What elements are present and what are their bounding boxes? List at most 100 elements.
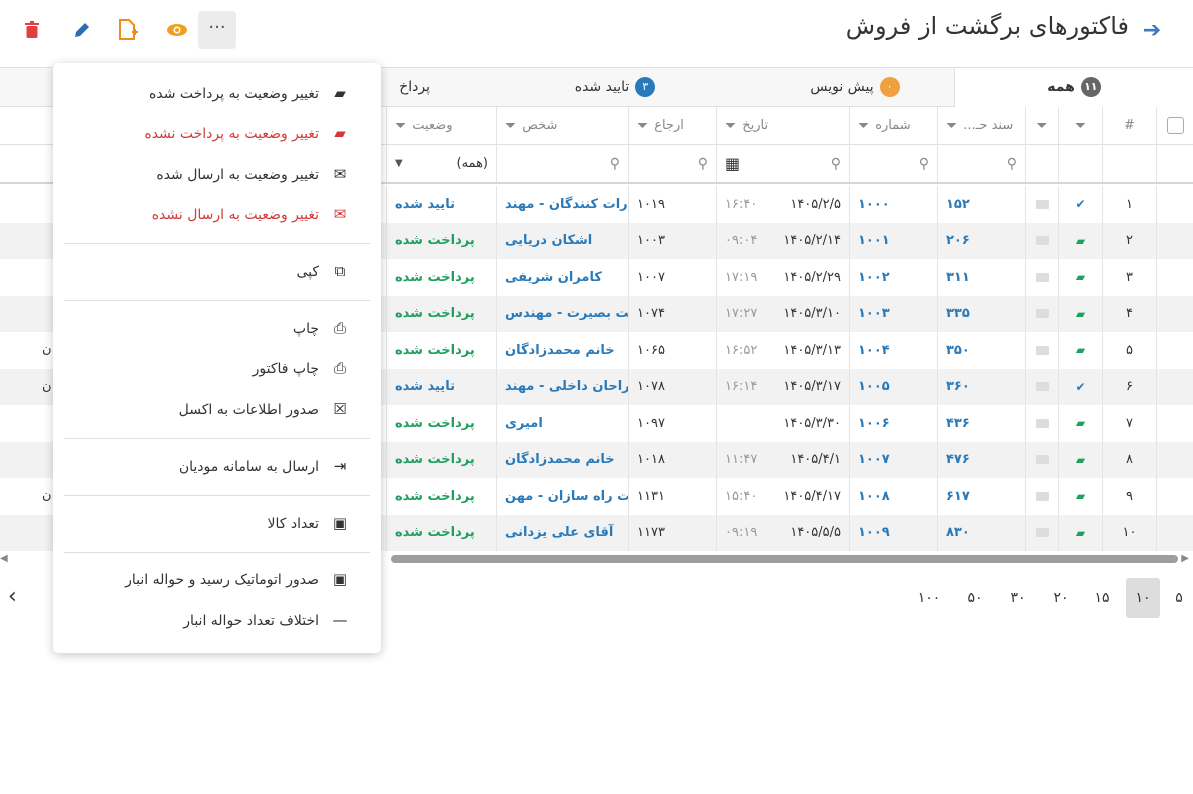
delete-button[interactable] xyxy=(13,11,51,49)
edit-button[interactable] xyxy=(63,11,101,49)
page-size-option[interactable]: ۱۰ xyxy=(1126,578,1160,618)
header-status-icon[interactable]: ⏷ xyxy=(1058,107,1102,144)
row-person[interactable]: اشکان دریایی xyxy=(496,222,628,259)
row-doc[interactable]: ۴۷۶ xyxy=(937,441,1025,478)
row-person[interactable]: طراحان داخلی - مهند xyxy=(496,368,628,405)
date-filter[interactable]: ⚲ ▦ xyxy=(716,145,849,182)
row-doc[interactable]: ۳۵۰ xyxy=(937,332,1025,369)
page-size-option[interactable]: ۳۰ xyxy=(1001,578,1035,618)
briefcase-icon: ▣ xyxy=(332,570,348,588)
menu-item[interactable]: ✉ تغییر وضعیت به ارسال نشده xyxy=(152,194,351,234)
row-person[interactable]: خانم محمدزادگان xyxy=(496,332,628,369)
row-doc[interactable]: ۳۱۱ xyxy=(937,259,1025,296)
row-number[interactable]: ۱۰۰۰ xyxy=(849,186,937,223)
filter-icon[interactable]: ⏷ xyxy=(725,118,736,134)
row-doc[interactable]: ۴۳۶ xyxy=(937,405,1025,442)
chevron-left-icon[interactable]: ‹ xyxy=(8,584,17,609)
header-date[interactable]: تاریخ ⏷ xyxy=(716,107,849,144)
page-size-option[interactable]: ۱۵ xyxy=(1085,578,1119,618)
row-doc[interactable]: ۱۵۲ xyxy=(937,186,1025,223)
row-status-value: پرداخت شده xyxy=(395,342,475,358)
row-number[interactable]: ۱۰۰۴ xyxy=(849,332,937,369)
row-index: ۸ xyxy=(1102,441,1156,478)
menu-item[interactable]: ✉ تغییر وضعیت به ارسال شده xyxy=(156,154,351,194)
select-all-checkbox[interactable] xyxy=(1166,117,1184,134)
row-doc[interactable]: ۳۶۰ xyxy=(937,368,1025,405)
header-ref-label: ارجاع xyxy=(654,118,684,133)
page-size-option[interactable]: ۵۰ xyxy=(958,578,992,618)
row-number[interactable]: ۱۰۰۷ xyxy=(849,441,937,478)
number-search-filter[interactable]: ⚲ xyxy=(849,145,937,182)
filter-icon[interactable]: ⏷ xyxy=(858,118,869,134)
eye-icon xyxy=(167,24,187,36)
row-ref: ۱۱۳۱ xyxy=(628,478,716,515)
more-actions-button[interactable]: ··· xyxy=(198,11,236,49)
header-doc[interactable]: سند حـ... ⏷ xyxy=(937,107,1025,144)
row-number[interactable]: ۱۰۰۸ xyxy=(849,478,937,515)
row-person-value: آقای علی یزدانی xyxy=(505,525,614,541)
header-number[interactable]: شماره ⏷ xyxy=(849,107,937,144)
tab-all[interactable]: ۱۱ همه xyxy=(954,68,1193,107)
row-person[interactable]: امیری xyxy=(496,405,628,442)
scroll-left-arrow-icon[interactable]: ◀ xyxy=(0,553,8,564)
row-number[interactable]: ۱۰۰۶ xyxy=(849,405,937,442)
page-size-option[interactable]: ۲۰ xyxy=(1044,578,1078,618)
row-person[interactable]: شرکت بصیرت - مهندس xyxy=(496,295,628,332)
row-doc[interactable]: ۳۳۵ xyxy=(937,295,1025,332)
header-status[interactable]: وضعیت ⏷ xyxy=(386,107,496,144)
new-file-button[interactable] xyxy=(109,11,147,49)
row-doc[interactable]: ۲۰۶ xyxy=(937,222,1025,259)
header-ref[interactable]: ارجاع ⏷ xyxy=(628,107,716,144)
header-person[interactable]: شخص ⏷ xyxy=(496,107,628,144)
row-doc[interactable]: ۸۳۰ xyxy=(937,514,1025,551)
menu-item[interactable]: — اختلاف تعداد حواله انبار xyxy=(183,600,351,640)
menu-item[interactable]: ▣ صدور اتوماتیک رسید و حواله انبار xyxy=(125,559,351,599)
header-index[interactable]: # xyxy=(1102,107,1156,144)
menu-item[interactable]: ⎙ چاپ فاکتور xyxy=(253,348,351,388)
menu-item[interactable]: ▰ تغییر وضعیت به پرداخت نشده xyxy=(144,113,351,153)
scroll-right-arrow-icon[interactable]: ▶ xyxy=(1181,553,1189,564)
menu-item-label: تغییر وضعیت به پرداخت نشده xyxy=(144,126,319,142)
tab-approved[interactable]: ۳ تایید شده xyxy=(520,68,710,107)
filter-icon[interactable]: ⏷ xyxy=(1036,118,1047,134)
doc-search-filter[interactable]: ⚲ xyxy=(937,145,1025,182)
filter-icon[interactable]: ⏷ xyxy=(505,118,516,134)
tab-draft[interactable]: ۰ پیش نویس xyxy=(760,68,950,107)
row-number[interactable]: ۱۰۰۱ xyxy=(849,222,937,259)
page-size-option[interactable]: ۵ xyxy=(1162,578,1193,618)
ref-search-filter[interactable]: ⚲ xyxy=(628,145,716,182)
row-checkbox-cell xyxy=(1156,478,1193,515)
row-number[interactable]: ۱۰۰۳ xyxy=(849,295,937,332)
menu-item[interactable]: ⇥ ارسال به سامانه مودیان xyxy=(179,446,351,486)
header-email[interactable]: ⏷ xyxy=(1025,107,1058,144)
row-index: ۱ xyxy=(1102,186,1156,223)
row-number[interactable]: ۱۰۰۲ xyxy=(849,259,937,296)
row-number[interactable]: ۱۰۰۹ xyxy=(849,514,937,551)
row-person[interactable]: شرکت راه سازان - مهن xyxy=(496,478,628,515)
person-search-filter[interactable]: ⚲ xyxy=(496,145,628,182)
status-select-filter[interactable]: (همه) ▼ xyxy=(386,145,496,182)
menu-item[interactable]: ▰ تغییر وضعیت به پرداخت شده xyxy=(149,73,351,113)
menu-divider xyxy=(64,243,370,244)
row-person[interactable]: آقای علی یزدانی xyxy=(496,514,628,551)
filter-icon[interactable]: ⏷ xyxy=(1075,118,1086,134)
view-button[interactable] xyxy=(158,11,196,49)
menu-item[interactable]: ⧉ کپی xyxy=(296,251,351,291)
menu-item[interactable]: ⎙ چاپ xyxy=(293,308,351,348)
row-email-icon xyxy=(1025,259,1058,296)
filter-icon[interactable]: ⏷ xyxy=(946,118,957,134)
back-arrow-icon[interactable]: ➔ xyxy=(1137,16,1167,46)
calendar-icon[interactable]: ▦ xyxy=(725,154,740,173)
row-person[interactable]: کامران شریفی xyxy=(496,259,628,296)
menu-item[interactable]: ☒ صدور اطلاعات به اکسل xyxy=(179,389,351,429)
menu-item[interactable]: ▣ تعداد کالا xyxy=(268,503,352,543)
scroll-thumb[interactable] xyxy=(391,555,1178,563)
filter-icon[interactable]: ⏷ xyxy=(637,118,648,134)
envelope-icon xyxy=(1035,382,1049,392)
row-person[interactable]: صادرات کنندگان - مهند xyxy=(496,186,628,223)
row-doc[interactable]: ۶۱۷ xyxy=(937,478,1025,515)
filter-icon[interactable]: ⏷ xyxy=(395,118,406,134)
row-number[interactable]: ۱۰۰۵ xyxy=(849,368,937,405)
page-size-option[interactable]: ۱۰۰ xyxy=(912,578,946,618)
row-person[interactable]: خانم محمدزادگان xyxy=(496,441,628,478)
